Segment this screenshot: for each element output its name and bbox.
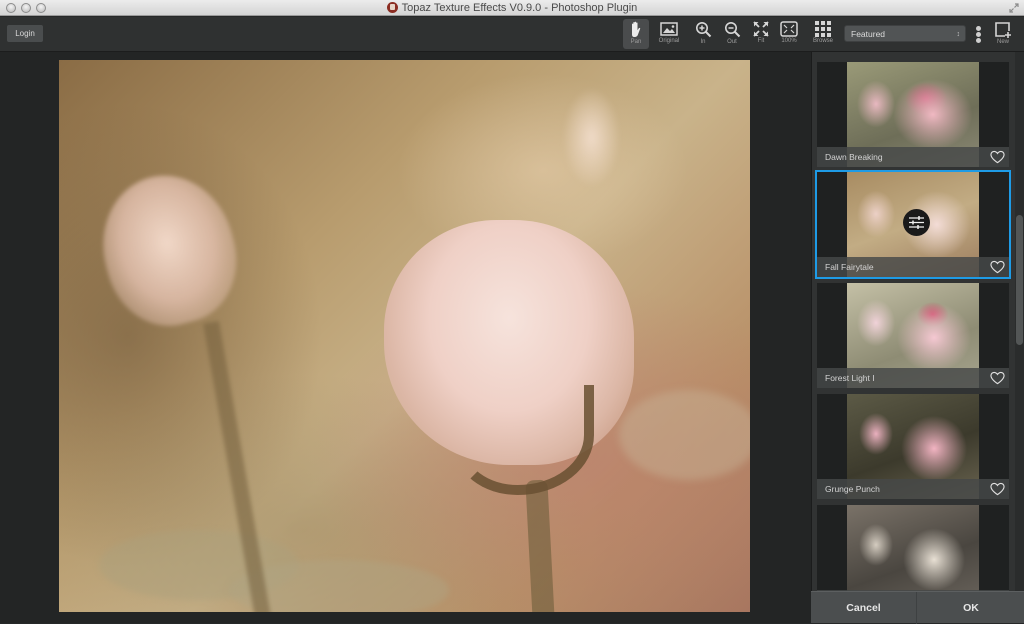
actual-size-tool-button[interactable]: 100% (776, 19, 802, 49)
grid-icon (815, 21, 831, 37)
preview-canvas[interactable] (0, 52, 811, 623)
browse-button[interactable]: Browse (810, 19, 836, 49)
favorite-heart-icon[interactable] (990, 150, 1005, 164)
new-preset-button[interactable]: New (990, 19, 1016, 49)
more-options-icon[interactable] (974, 26, 982, 44)
preset-name: Dawn Breaking (817, 147, 1009, 167)
login-button[interactable]: Login (7, 25, 43, 42)
favorite-heart-icon[interactable] (990, 260, 1005, 274)
zoom-in-label: In (700, 39, 706, 45)
favorite-heart-icon[interactable] (990, 371, 1005, 385)
preset-card[interactable]: Forest Light I (817, 283, 1009, 388)
window-title: Topaz Texture Effects V0.9.0 - Photoshop… (401, 2, 638, 14)
zoom-in-tool-button[interactable]: In (690, 19, 716, 49)
topaz-app-icon (386, 2, 398, 13)
image-icon (660, 22, 678, 36)
cancel-button[interactable]: Cancel (811, 592, 917, 624)
zoom-out-icon (724, 22, 740, 38)
preset-name: Grunge Punch (817, 479, 1009, 499)
ok-button[interactable]: OK (918, 592, 1024, 624)
new-label: New (996, 39, 1009, 45)
preset-card[interactable]: Grunge Punch (817, 394, 1009, 499)
window-title-bar: Topaz Texture Effects V0.9.0 - Photoshop… (0, 0, 1024, 16)
dialog-footer: Cancel OK (811, 591, 1024, 624)
preset-category-value: Featured (851, 29, 886, 39)
preset-name: Fall Fairytale (817, 257, 1009, 277)
fit-arrows-icon (753, 21, 769, 37)
scrollbar-thumb[interactable] (1016, 215, 1023, 345)
preset-scrollbar[interactable] (1015, 52, 1024, 591)
preset-browser-panel: Dawn Breaking Fall Fairytale Forest Ligh… (811, 52, 1024, 591)
favorite-heart-icon[interactable] (990, 482, 1005, 496)
preset-category-select[interactable]: Featured ↕ (844, 25, 966, 42)
original-label: Original (658, 38, 680, 44)
full-size-icon (780, 21, 798, 37)
preset-name: Forest Light I (817, 368, 1009, 388)
pan-tool-button[interactable]: Pan (623, 19, 649, 49)
main-toolbar: Login Pan Original In Out Fit 100% Brows… (0, 17, 1024, 52)
original-tool-button[interactable]: Original (656, 19, 682, 49)
fit-label: Fit (757, 38, 765, 44)
preset-card[interactable]: Dawn Breaking (817, 62, 1009, 167)
hand-icon (632, 21, 641, 37)
adjust-settings-button[interactable] (903, 209, 930, 236)
select-arrows-icon: ↕ (956, 31, 961, 38)
preset-card[interactable] (817, 505, 1009, 591)
preset-card-selected[interactable]: Fall Fairytale (815, 170, 1011, 279)
preset-thumbnail (847, 505, 979, 591)
pan-label: Pan (630, 39, 642, 45)
browse-label: Browse (812, 38, 833, 44)
zoom-out-label: Out (727, 39, 737, 45)
new-preset-icon (995, 22, 1011, 38)
fullscreen-icon[interactable] (1009, 3, 1019, 13)
preview-image[interactable] (59, 60, 750, 612)
zoom-out-tool-button[interactable]: Out (719, 19, 745, 49)
fit-tool-button[interactable]: Fit (748, 19, 774, 49)
sliders-icon (909, 216, 924, 229)
actual-size-label: 100% (781, 38, 797, 44)
zoom-in-icon (695, 22, 711, 38)
